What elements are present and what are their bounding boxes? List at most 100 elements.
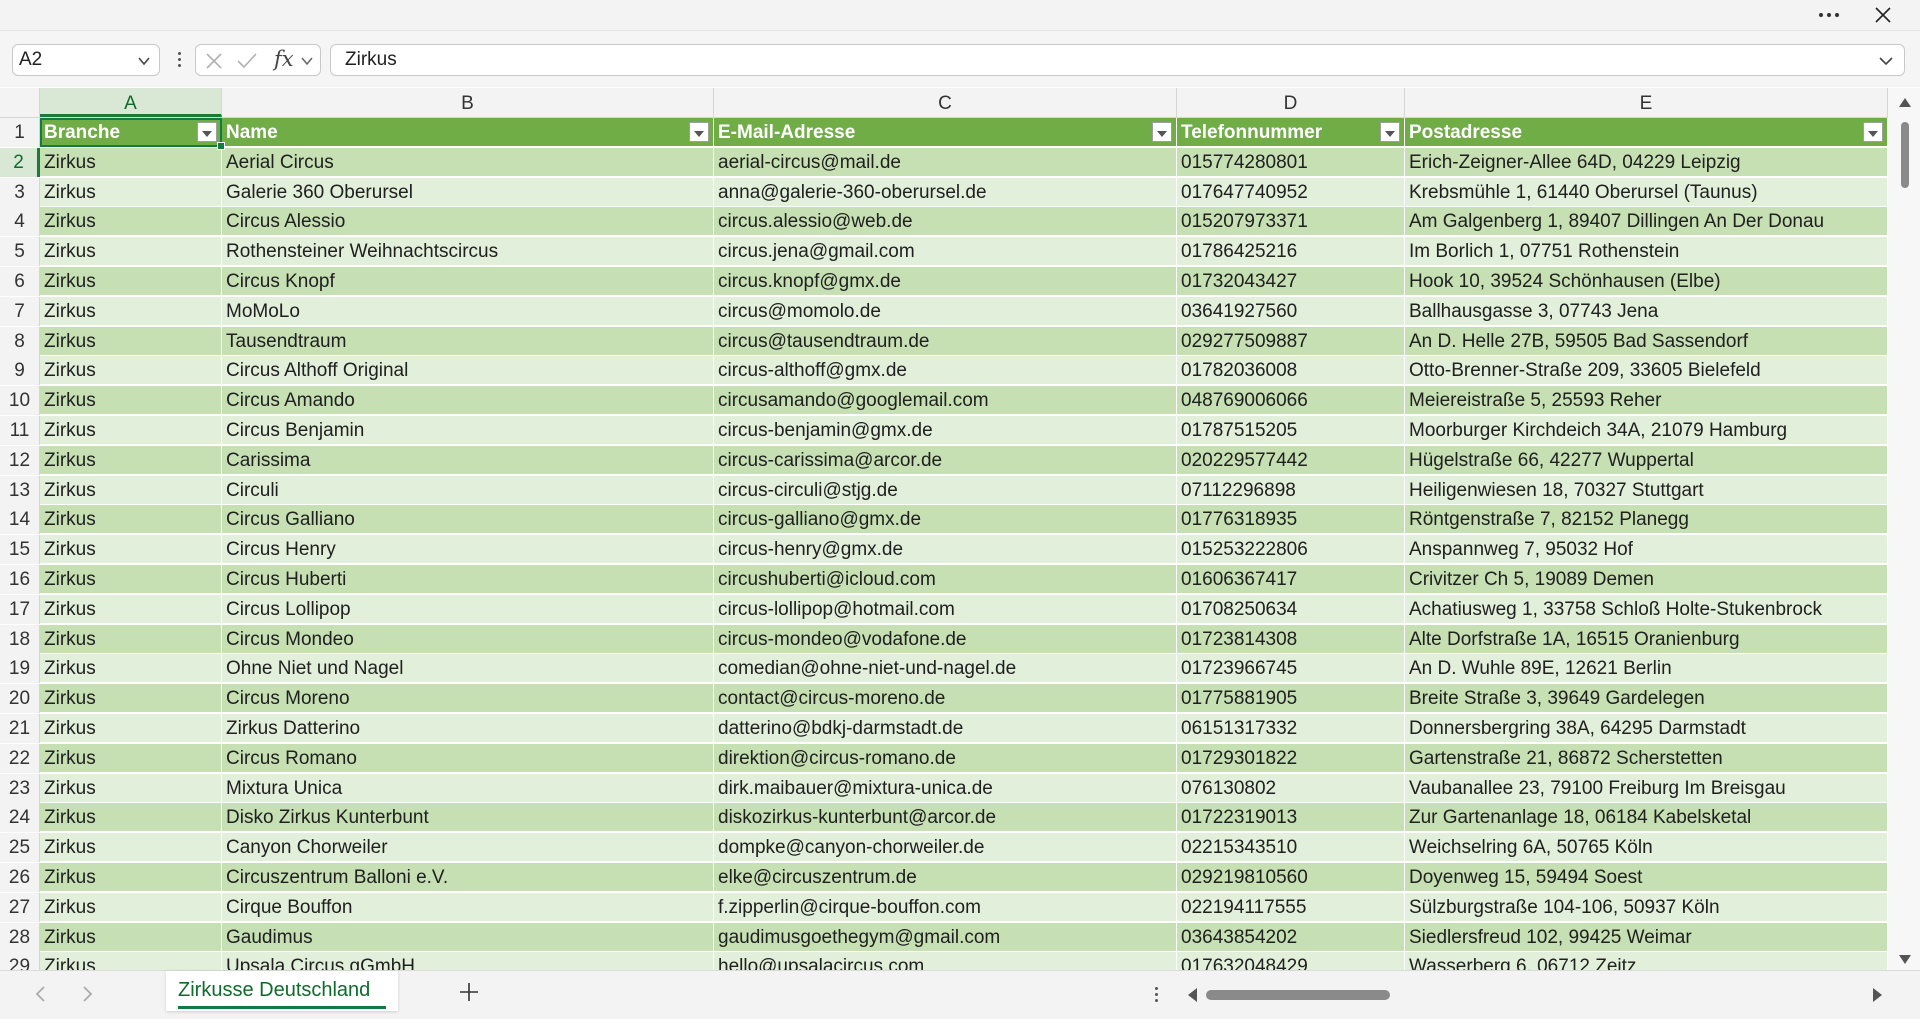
cell-postadresse[interactable]: Am Galgenberg 1, 89407 Dillingen An Der … — [1405, 207, 1888, 237]
row-header[interactable]: 12 — [0, 445, 40, 475]
cell-name[interactable]: Mixtura Unica — [222, 773, 714, 803]
cell-name[interactable]: Aerial Circus — [222, 147, 714, 177]
cell-name[interactable]: Circus Huberti — [222, 565, 714, 594]
cell-email[interactable]: circus.jena@gmail.com — [714, 237, 1177, 267]
row-header[interactable]: 22 — [0, 743, 40, 773]
cell-branche[interactable]: Zirkus — [40, 386, 222, 416]
cell-name[interactable]: Circus Amando — [222, 386, 714, 416]
filter-dropdown-button[interactable] — [197, 122, 217, 142]
column-header-a[interactable]: A — [40, 88, 222, 117]
header-cell-branche[interactable]: Branche — [40, 118, 222, 147]
row-header[interactable]: 7 — [0, 296, 40, 326]
cell-postadresse[interactable]: Hook 10, 39524 Schönhausen (Elbe) — [1405, 267, 1888, 296]
select-all-button[interactable] — [0, 88, 40, 117]
cell-telefon[interactable]: 029277509887 — [1177, 326, 1405, 356]
cell-postadresse[interactable]: An D. Wuhle 89E, 12621 Berlin — [1405, 654, 1888, 684]
cell-email[interactable]: circus-benjamin@gmx.de — [714, 416, 1177, 445]
cell-branche[interactable]: Zirkus — [40, 594, 222, 624]
more-options-button[interactable] — [1810, 0, 1848, 30]
row-header[interactable]: 13 — [0, 475, 40, 505]
cell-postadresse[interactable]: Heiligenwiesen 18, 70327 Stuttgart — [1405, 475, 1888, 505]
name-box[interactable]: A2 — [12, 44, 160, 76]
row-header[interactable]: 17 — [0, 594, 40, 624]
cell-name[interactable]: Rothensteiner Weihnachtscircus — [222, 237, 714, 267]
cell-name[interactable]: Circus Galliano — [222, 505, 714, 535]
cell-email[interactable]: circus.knopf@gmx.de — [714, 267, 1177, 296]
filter-dropdown-button[interactable] — [1380, 122, 1400, 142]
cell-postadresse[interactable]: Gartenstraße 21, 86872 Scherstetten — [1405, 743, 1888, 773]
row-header[interactable]: 4 — [0, 207, 40, 237]
cell-postadresse[interactable]: Ballhausgasse 3, 07743 Jena — [1405, 296, 1888, 326]
cell-branche[interactable]: Zirkus — [40, 207, 222, 237]
cell-telefon[interactable]: 01787515205 — [1177, 416, 1405, 445]
cell-branche[interactable]: Zirkus — [40, 535, 222, 565]
cell-postadresse[interactable]: Röntgenstraße 7, 82152 Planegg — [1405, 505, 1888, 535]
cell-email[interactable]: circushuberti@icloud.com — [714, 565, 1177, 594]
cell-email[interactable]: f.zipperlin@cirque-bouffon.com — [714, 892, 1177, 922]
cell-email[interactable]: circus@tausendtraum.de — [714, 326, 1177, 356]
cell-branche[interactable]: Zirkus — [40, 237, 222, 267]
sheet-options-button[interactable] — [1155, 985, 1158, 1005]
header-cell-name[interactable]: Name — [222, 118, 714, 147]
row-header[interactable]: 15 — [0, 535, 40, 565]
cell-name[interactable]: Circus Moreno — [222, 684, 714, 714]
row-header[interactable]: 3 — [0, 177, 40, 207]
cell-telefon[interactable]: 02215343510 — [1177, 833, 1405, 863]
cell-postadresse[interactable]: Sülzburgstraße 104-106, 50937 Köln — [1405, 892, 1888, 922]
header-cell-email[interactable]: E-Mail-Adresse — [714, 118, 1177, 147]
cell-telefon[interactable]: 03643854202 — [1177, 922, 1405, 952]
row-header[interactable]: 8 — [0, 326, 40, 356]
row-header[interactable]: 26 — [0, 863, 40, 892]
cell-name[interactable]: Cirque Bouffon — [222, 892, 714, 922]
row-header[interactable]: 24 — [0, 803, 40, 833]
cell-email[interactable]: circus-henry@gmx.de — [714, 535, 1177, 565]
cell-branche[interactable]: Zirkus — [40, 296, 222, 326]
cell-telefon[interactable]: 015253222806 — [1177, 535, 1405, 565]
cell-postadresse[interactable]: Doyenweg 15, 59494 Soest — [1405, 863, 1888, 892]
column-header-c[interactable]: C — [714, 88, 1177, 117]
cell-name[interactable]: Circus Benjamin — [222, 416, 714, 445]
cell-name[interactable]: Circus Lollipop — [222, 594, 714, 624]
cell-name[interactable]: Galerie 360 Oberursel — [222, 177, 714, 207]
cell-name[interactable]: Tausendtraum — [222, 326, 714, 356]
next-sheet-icon[interactable] — [82, 985, 94, 1003]
cell-branche[interactable]: Zirkus — [40, 654, 222, 684]
row-header[interactable]: 19 — [0, 654, 40, 684]
cell-postadresse[interactable]: Erich-Zeigner-Allee 64D, 04229 Leipzig — [1405, 147, 1888, 177]
cell-postadresse[interactable]: Meiereistraße 5, 25593 Reher — [1405, 386, 1888, 416]
cell-branche[interactable]: Zirkus — [40, 147, 222, 177]
row-header[interactable]: 23 — [0, 773, 40, 803]
row-header[interactable]: 27 — [0, 892, 40, 922]
row-header[interactable]: 29 — [0, 952, 40, 970]
cell-email[interactable]: circus-lollipop@hotmail.com — [714, 594, 1177, 624]
cell-email[interactable]: dompke@canyon-chorweiler.de — [714, 833, 1177, 863]
cell-email[interactable]: circus-mondeo@vodafone.de — [714, 624, 1177, 654]
cell-telefon[interactable]: 01776318935 — [1177, 505, 1405, 535]
cell-name[interactable]: Zirkus Datterino — [222, 714, 714, 743]
cell-name[interactable]: Gaudimus — [222, 922, 714, 952]
header-cell-postadresse[interactable]: Postadresse — [1405, 118, 1888, 147]
cell-postadresse[interactable]: Wasserberg 6, 06712 Zeitz — [1405, 952, 1888, 970]
cell-branche[interactable]: Zirkus — [40, 445, 222, 475]
row-header[interactable]: 9 — [0, 356, 40, 386]
cell-postadresse[interactable]: Breite Straße 3, 39649 Gardelegen — [1405, 684, 1888, 714]
cell-branche[interactable]: Zirkus — [40, 892, 222, 922]
cell-email[interactable]: circus@momolo.de — [714, 296, 1177, 326]
cell-name[interactable]: Upsala Circus gGmbH — [222, 952, 714, 970]
cell-telefon[interactable]: 01708250634 — [1177, 594, 1405, 624]
cell-name[interactable]: Circus Romano — [222, 743, 714, 773]
cell-telefon[interactable]: 01723966745 — [1177, 654, 1405, 684]
cell-branche[interactable]: Zirkus — [40, 952, 222, 970]
cell-postadresse[interactable]: Anspannweg 7, 95032 Hof — [1405, 535, 1888, 565]
cell-email[interactable]: anna@galerie-360-oberursel.de — [714, 177, 1177, 207]
cell-telefon[interactable]: 01723814308 — [1177, 624, 1405, 654]
cell-postadresse[interactable]: Crivitzer Ch 5, 19089 Demen — [1405, 565, 1888, 594]
cell-postadresse[interactable]: Krebsmühle 1, 61440 Oberursel (Taunus) — [1405, 177, 1888, 207]
cell-branche[interactable]: Zirkus — [40, 416, 222, 445]
scroll-up-icon[interactable] — [1898, 96, 1912, 108]
cell-telefon[interactable]: 048769006066 — [1177, 386, 1405, 416]
formula-bar-options-button[interactable] — [176, 50, 182, 72]
cell-branche[interactable]: Zirkus — [40, 624, 222, 654]
cell-branche[interactable]: Zirkus — [40, 714, 222, 743]
cell-email[interactable]: comedian@ohne-niet-und-nagel.de — [714, 654, 1177, 684]
